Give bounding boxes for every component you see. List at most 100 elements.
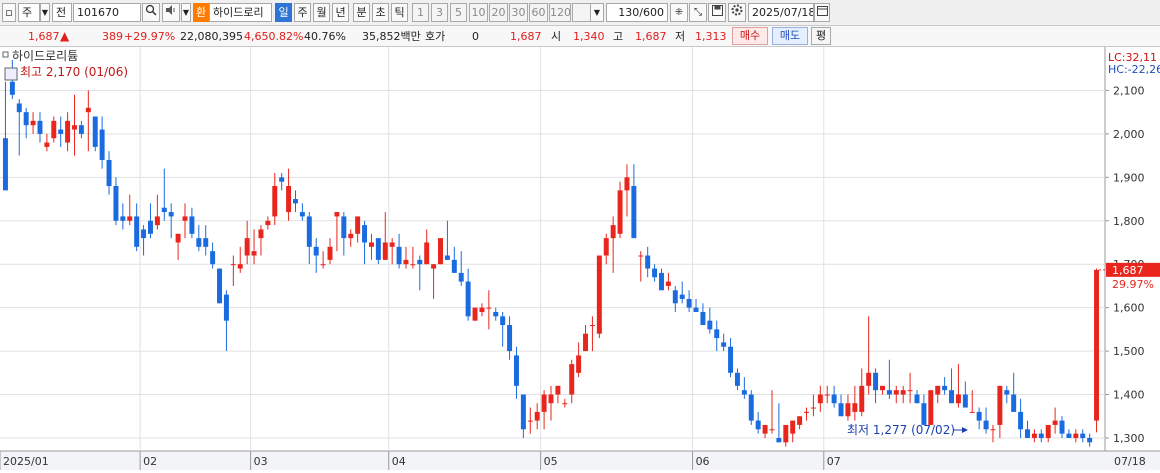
candle-body bbox=[990, 429, 996, 431]
candle-body bbox=[1038, 433, 1044, 438]
tab-period-minute[interactable]: 분 bbox=[353, 3, 370, 22]
market-select[interactable]: 주 bbox=[18, 3, 40, 22]
candle-body bbox=[700, 311, 706, 326]
date-value: 2025/07/18 bbox=[752, 6, 814, 19]
tab-period-month[interactable]: 월 bbox=[313, 3, 330, 22]
data-count-input[interactable]: 130/600 bbox=[606, 3, 668, 22]
candle-body bbox=[617, 190, 623, 234]
date-input[interactable]: 2025/07/18 bbox=[748, 3, 814, 22]
interval-30-button[interactable]: 30 bbox=[509, 3, 528, 22]
candle-body bbox=[306, 216, 312, 247]
candle-body bbox=[534, 411, 540, 421]
candle-body bbox=[610, 225, 616, 239]
calendar-icon[interactable] bbox=[814, 3, 830, 22]
plot-area bbox=[0, 47, 1105, 470]
up-arrow-icon: ▲ bbox=[60, 29, 70, 43]
chevron-down-icon[interactable]: ▼ bbox=[181, 3, 191, 22]
candle-body bbox=[438, 238, 443, 265]
gear-icon[interactable] bbox=[728, 3, 746, 22]
tab-period-day[interactable]: 일 bbox=[275, 3, 292, 22]
stock-code-input[interactable]: 101670 bbox=[73, 3, 141, 22]
menu-icon[interactable]: ▫ bbox=[2, 3, 16, 22]
interval-120-button[interactable]: 120 bbox=[549, 3, 571, 22]
toggle-grid-icon[interactable]: ⁜ bbox=[670, 3, 688, 22]
candle-body bbox=[762, 424, 768, 434]
hc-label: HC:-22,26 bbox=[1108, 63, 1160, 76]
tab-period-second[interactable]: 초 bbox=[372, 3, 389, 22]
interval-label: 1 bbox=[417, 6, 424, 19]
candle-body bbox=[78, 125, 84, 134]
tab-period-week[interactable]: 주 bbox=[294, 3, 311, 22]
candle-body bbox=[1073, 433, 1079, 438]
candle-body bbox=[44, 142, 50, 147]
period-label: 년 bbox=[335, 6, 346, 19]
candle-body bbox=[893, 390, 899, 395]
candle-body bbox=[396, 246, 402, 265]
candle-body bbox=[659, 272, 664, 291]
candle-body bbox=[513, 355, 519, 386]
data-count: 130/600 bbox=[618, 6, 664, 19]
candle-body bbox=[458, 272, 464, 282]
candle-body bbox=[679, 294, 685, 299]
candle-body bbox=[141, 229, 147, 239]
quote-price: 1,687 bbox=[510, 30, 542, 43]
candle-body bbox=[797, 416, 803, 425]
interval-20-button[interactable]: 20 bbox=[489, 3, 508, 22]
candle-body bbox=[817, 394, 823, 404]
candle-body bbox=[645, 255, 651, 269]
candle-body bbox=[389, 242, 395, 247]
interval-10-button[interactable]: 10 bbox=[469, 3, 488, 22]
y-tick-label: 1,500 bbox=[1113, 345, 1145, 358]
search-icon[interactable] bbox=[142, 3, 160, 22]
candle-body bbox=[1066, 433, 1072, 438]
candle-body bbox=[714, 329, 720, 339]
exchange-select[interactable]: 전 bbox=[52, 3, 72, 22]
candlestick-chart[interactable]: 2,1002,0001,9001,8001,7001,6001,5001,400… bbox=[0, 47, 1160, 470]
candle-body bbox=[942, 385, 948, 391]
candle bbox=[92, 116, 98, 152]
save-icon[interactable] bbox=[708, 3, 726, 22]
table-icon[interactable] bbox=[4, 67, 18, 81]
stock-name: 하이드로리 bbox=[213, 6, 264, 19]
price-chart[interactable]: 2,1002,0001,9001,8001,7001,6001,5001,400… bbox=[0, 47, 1160, 470]
candle-body bbox=[969, 411, 975, 413]
buy-button[interactable]: 매수 bbox=[732, 27, 768, 45]
interval-label: 120 bbox=[550, 6, 571, 19]
period-label: 일 bbox=[278, 6, 289, 19]
candle-body bbox=[465, 281, 471, 317]
candle-body bbox=[921, 403, 927, 425]
candle-body bbox=[72, 125, 77, 130]
speaker-icon[interactable] bbox=[162, 3, 180, 22]
candle-body bbox=[790, 420, 796, 434]
min-annotation: 최저 1,277 (07/02) bbox=[847, 423, 955, 437]
chevron-down-icon[interactable]: ▼ bbox=[40, 3, 50, 22]
interval-label: 10 bbox=[471, 6, 486, 19]
stock-name-field[interactable]: 하이드로리 bbox=[209, 3, 272, 22]
candle-body bbox=[1087, 437, 1093, 443]
candle-body bbox=[431, 264, 437, 269]
candle-body bbox=[403, 259, 409, 265]
interval-60-button[interactable]: 60 bbox=[529, 3, 548, 22]
candle-body bbox=[92, 116, 98, 147]
tab-period-year[interactable]: 년 bbox=[332, 3, 349, 22]
candle-body bbox=[368, 242, 374, 247]
candle-body bbox=[313, 246, 319, 256]
candle-body bbox=[382, 242, 388, 260]
interval-1-button[interactable]: 1 bbox=[412, 3, 429, 22]
high-label: 고 bbox=[613, 30, 624, 43]
candle-body bbox=[286, 186, 292, 213]
period-label: 초 bbox=[375, 6, 386, 19]
trend-line-icon[interactable]: ⤡ bbox=[689, 3, 707, 22]
y-tick-label: 1,600 bbox=[1113, 302, 1145, 315]
candle-body bbox=[520, 394, 526, 430]
interval-5-button[interactable]: 5 bbox=[450, 3, 467, 22]
sell-button[interactable]: 매도 bbox=[772, 27, 808, 45]
chevron-down-icon[interactable]: ▼ bbox=[590, 3, 604, 22]
candle-body bbox=[624, 177, 630, 191]
candle-body bbox=[2, 138, 8, 191]
eval-button[interactable]: 평 bbox=[811, 27, 831, 45]
tab-period-tick[interactable]: 틱 bbox=[391, 3, 408, 22]
candle-body bbox=[258, 229, 264, 239]
interval-3-button[interactable]: 3 bbox=[431, 3, 448, 22]
candle-body bbox=[182, 216, 188, 221]
